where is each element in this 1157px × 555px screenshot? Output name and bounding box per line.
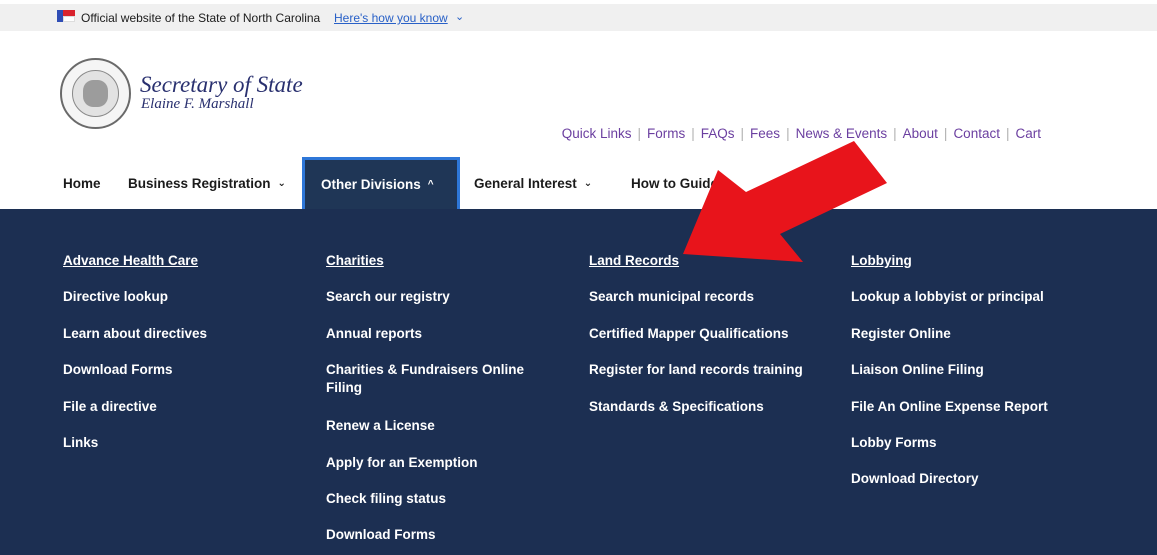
nav-other-divisions-label: Other Divisions [321, 177, 421, 192]
fees-link[interactable]: Fees [750, 126, 780, 141]
nc-flag-icon [57, 10, 75, 22]
cart-link[interactable]: Cart [1015, 126, 1041, 141]
links-link[interactable]: Links [63, 434, 98, 452]
divider: | [893, 126, 897, 141]
chevron-down-icon: ⌄ [277, 177, 286, 189]
chevron-up-icon: ^ [427, 179, 434, 190]
contact-link[interactable]: Contact [953, 126, 1000, 141]
utility-nav: Quick Links | Forms | FAQs | Fees | News & E… [562, 126, 1041, 141]
about-link[interactable]: About [903, 126, 938, 141]
liaison-online-filing-link[interactable]: Liaison Online Filing [851, 361, 984, 379]
lobbying-heading[interactable]: Lobbying [851, 253, 912, 268]
download-forms-link[interactable]: Download Forms [326, 526, 436, 544]
search-municipal-records-link[interactable]: Search municipal records [589, 288, 754, 306]
download-directory-link[interactable]: Download Directory [851, 470, 979, 488]
nav-general-interest[interactable]: General Interest ⌄ [474, 157, 592, 209]
divider: | [637, 126, 641, 141]
news-events-link[interactable]: News & Events [796, 126, 888, 141]
nav-home-label: Home [63, 175, 101, 191]
heres-how-you-know-link[interactable]: Here's how you know [334, 11, 448, 25]
site-title[interactable]: Secretary of State [140, 72, 303, 98]
divider: | [786, 126, 790, 141]
charities-heading[interactable]: Charities [326, 253, 384, 268]
official-banner: Official website of the State of North C… [0, 0, 1157, 31]
chevron-down-icon: ⌄ [583, 177, 593, 189]
nav-how-to-guides-label: How to Guides [631, 175, 726, 191]
file-expense-report-link[interactable]: File An Online Expense Report [851, 398, 1048, 416]
lookup-lobbyist-link[interactable]: Lookup a lobbyist or principal [851, 288, 1044, 306]
site-subtitle: Elaine F. Marshall [141, 96, 254, 112]
download-forms-link[interactable]: Download Forms [63, 361, 173, 379]
other-divisions-dropdown: Advance Health Care Directive lookup Lea… [0, 209, 1157, 555]
official-website-text: Official website of the State of North C… [81, 11, 321, 25]
state-seal-logo[interactable] [60, 58, 131, 129]
divider: | [1005, 126, 1010, 141]
nav-how-to-guides[interactable]: How to Guides [631, 157, 726, 209]
standards-specifications-link[interactable]: Standards & Specifications [589, 398, 764, 416]
faqs-link[interactable]: FAQs [701, 126, 735, 141]
chevron-down-icon[interactable]: ⌄ [455, 10, 464, 23]
nav-general-interest-label: General Interest [474, 175, 577, 191]
apply-for-an-exemption-link[interactable]: Apply for an Exemption [326, 454, 478, 472]
search-our-registry-link[interactable]: Search our registry [326, 288, 450, 306]
check-filing-status-link[interactable]: Check filing status [326, 490, 446, 508]
certified-mapper-qualifications-link[interactable]: Certified Mapper Qualifications [589, 325, 789, 343]
divider: | [691, 126, 695, 141]
file-a-directive-link[interactable]: File a directive [63, 398, 157, 416]
advance-health-care-heading[interactable]: Advance Health Care [63, 253, 198, 268]
register-online-link[interactable]: Register Online [851, 325, 951, 343]
register-land-records-training-link[interactable]: Register for land records training [589, 361, 803, 379]
learn-about-directives-link[interactable]: Learn about directives [63, 325, 207, 343]
nav-business-registration-label: Business Registration [128, 175, 271, 191]
nav-business-registration[interactable]: Business Registration ⌄ [128, 157, 286, 209]
forms-link[interactable]: Forms [647, 126, 685, 141]
annual-reports-link[interactable]: Annual reports [326, 325, 422, 343]
divider: | [943, 126, 948, 141]
main-nav: Home Business Registration ⌄ Other Divis… [0, 157, 1157, 209]
land-records-heading[interactable]: Land Records [589, 253, 679, 268]
directive-lookup-link[interactable]: Directive lookup [63, 288, 168, 306]
nav-other-divisions[interactable]: Other Divisions ^ [302, 157, 460, 209]
divider: | [740, 126, 745, 141]
renew-a-license-link[interactable]: Renew a License [326, 417, 435, 435]
lobby-forms-link[interactable]: Lobby Forms [851, 434, 937, 452]
quick-links-link[interactable]: Quick Links [562, 126, 632, 141]
nav-home[interactable]: Home [63, 157, 101, 209]
charities-fundraisers-online-filing-link[interactable]: Charities & Fundraisers Online Filing [326, 361, 546, 397]
